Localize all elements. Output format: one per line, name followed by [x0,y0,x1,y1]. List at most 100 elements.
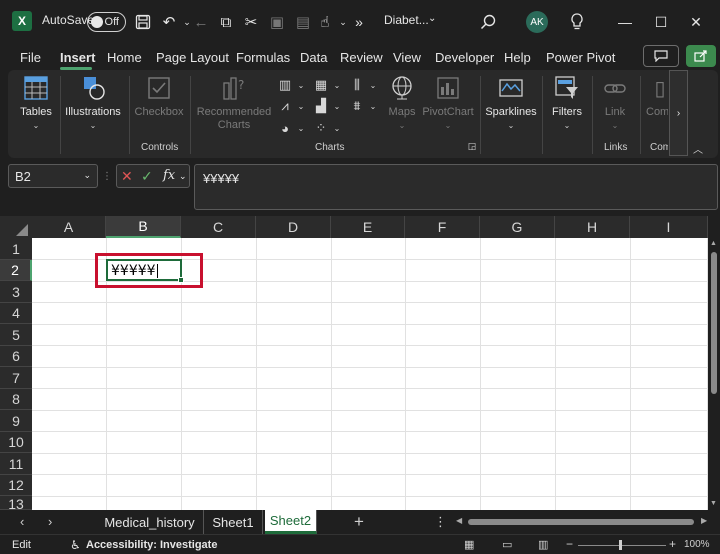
menu-file[interactable]: File [20,50,41,65]
zoom-slider[interactable] [578,545,666,546]
chevron-down-icon[interactable]: ⌄ [428,13,436,24]
row-header-4[interactable]: 4 [0,303,32,324]
maps-button[interactable]: Maps ⌄ [384,74,420,130]
sparklines-button[interactable]: Sparklines ⌄ [485,74,537,130]
zoom-in-icon[interactable]: + [669,537,676,551]
copy-icon[interactable]: ⧉ [215,10,237,34]
zoom-level[interactable]: 100% [684,539,710,550]
checkbox-button[interactable]: Checkbox [134,74,184,119]
image-icon[interactable]: ▣ [266,10,288,34]
dialog-launcher-icon[interactable]: ◲ [464,139,480,153]
enter-icon[interactable]: ✓ [141,168,153,185]
save-icon[interactable] [132,10,154,34]
row-header-5[interactable]: 5 [0,324,32,346]
sheet-tab-medical-history[interactable]: Medical_history [96,510,204,534]
select-all-corner[interactable] [0,216,32,238]
accessibility-status[interactable]: Accessibility: Investigate [86,539,217,551]
column-header-e[interactable]: E [331,216,405,238]
column-header-b[interactable]: B [106,216,181,238]
scroll-down-icon[interactable]: ▼ [710,500,717,507]
page-break-view-icon[interactable]: ▥ [538,538,548,551]
horizontal-scrollbar[interactable]: ◀ ▶ [455,516,711,528]
row-header-3[interactable]: 3 [0,281,32,303]
formula-bar-grip-icon[interactable]: ⋮ [100,166,114,186]
chevron-down-icon[interactable]: ⌄ [290,118,312,138]
chevron-down-icon[interactable]: ⌄ [362,75,384,95]
next-sheet-icon[interactable]: › [48,514,52,529]
add-sheet-icon[interactable]: + [354,512,364,532]
minimize-icon[interactable]: — [612,10,638,34]
chevron-down-icon[interactable]: ⌄ [290,75,312,95]
column-header-g[interactable]: G [480,216,555,238]
menu-home[interactable]: Home [107,50,142,65]
tables-button[interactable]: Tables ⌄ [16,74,56,130]
recommended-charts-button[interactable]: ? Recommended Charts [196,74,272,132]
chevron-down-icon[interactable]: ⌄ [290,96,312,116]
chevron-down-icon[interactable]: ⌄ [83,170,91,181]
menu-power-pivot[interactable]: Power Pivot [546,50,615,65]
collapse-ribbon-icon[interactable]: ︿ [693,141,703,156]
illustrations-button[interactable]: Illustrations ⌄ [64,74,122,130]
vertical-scrollbar[interactable]: ▲ ▼ [708,238,720,510]
column-header-d[interactable]: D [256,216,331,238]
cancel-icon[interactable]: ✕ [121,168,133,185]
paste-icon[interactable]: ▤ [292,10,314,34]
scroll-right-icon[interactable]: ▶ [701,516,707,525]
lightbulb-icon[interactable] [566,10,588,34]
vertical-scroll-thumb[interactable] [711,252,717,394]
row-header-6[interactable]: 6 [0,346,32,367]
menu-insert[interactable]: Insert [60,50,95,65]
row-header-13[interactable]: 13 [0,496,32,512]
comments-button[interactable] [643,45,679,67]
column-header-i[interactable]: I [630,216,708,238]
menu-review[interactable]: Review [340,50,383,65]
row-header-10[interactable]: 10 [0,432,32,453]
avatar[interactable]: AK [526,11,548,33]
row-header-9[interactable]: 9 [0,410,32,432]
insert-function-button[interactable]: fx [163,168,175,183]
page-layout-view-icon[interactable]: ▭ [502,538,512,551]
row-header-7[interactable]: 7 [0,367,32,389]
scroll-left-icon[interactable]: ◀ [456,516,462,525]
menu-view[interactable]: View [393,50,421,65]
zoom-slider-thumb[interactable] [619,540,622,550]
column-header-a[interactable]: A [32,216,106,238]
close-icon[interactable]: ✕ [683,10,709,34]
cut-icon[interactable]: ✂ [240,10,262,34]
search-icon[interactable] [477,10,499,34]
cell-area[interactable]: ¥¥¥¥¥ [32,238,708,510]
chevron-down-icon[interactable]: ⌄ [179,171,187,182]
file-name[interactable]: Diabet... [384,13,429,27]
filters-button[interactable]: Filters ⌄ [548,74,586,130]
more-commands-icon[interactable]: » [348,10,370,34]
menu-developer[interactable]: Developer [435,50,494,65]
scroll-up-icon[interactable]: ▲ [710,240,717,247]
row-header-8[interactable]: 8 [0,389,32,410]
name-box[interactable]: B2 ⌄ [8,164,98,188]
menu-page-layout[interactable]: Page Layout [156,50,229,65]
menu-help[interactable]: Help [504,50,531,65]
sheet-tab-sheet1[interactable]: Sheet1 [204,510,263,534]
back-arrow-icon[interactable]: ← [190,10,212,34]
maximize-icon[interactable]: ☐ [648,10,674,34]
row-header-12[interactable]: 12 [0,475,32,496]
chevron-down-icon[interactable]: ⌄ [326,118,348,138]
menu-data[interactable]: Data [300,50,327,65]
chevron-down-icon[interactable]: ⌄ [362,96,384,116]
sheet-tab-sheet2[interactable]: Sheet2 [265,510,317,534]
row-header-2[interactable]: 2 [0,260,32,281]
ribbon-scroll-right-icon[interactable]: › [669,70,688,156]
formula-input[interactable]: ¥¥¥¥¥ [194,164,718,210]
row-header-11[interactable]: 11 [0,453,32,475]
autosave-toggle[interactable]: Off [87,12,126,32]
normal-view-icon[interactable]: ▦ [464,538,474,551]
chevron-down-icon[interactable]: ⌄ [326,96,348,116]
column-header-h[interactable]: H [555,216,630,238]
previous-sheet-icon[interactable]: ‹ [20,514,24,529]
menu-formulas[interactable]: Formulas [236,50,290,65]
column-header-c[interactable]: C [181,216,256,238]
column-header-f[interactable]: F [405,216,480,238]
row-header-1[interactable]: 1 [0,238,32,260]
more-options-icon[interactable]: ⋮ [434,514,447,530]
link-button[interactable]: Link ⌄ [598,74,632,130]
